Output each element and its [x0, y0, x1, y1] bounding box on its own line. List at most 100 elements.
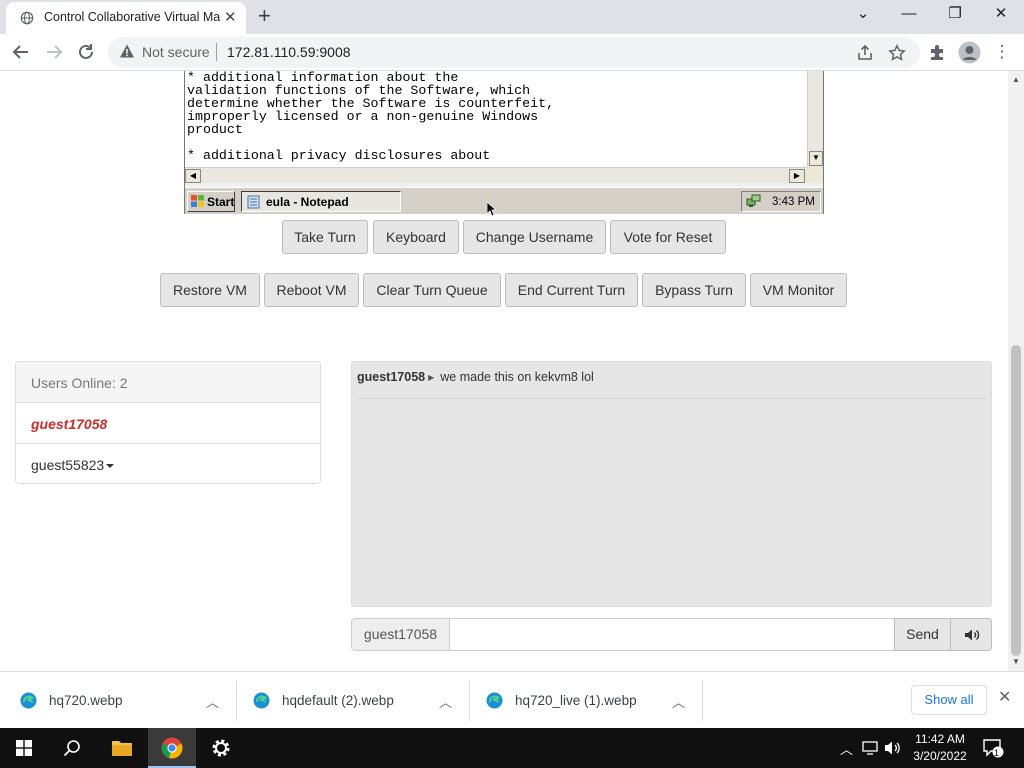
- volume-button[interactable]: [950, 618, 992, 651]
- restore-icon[interactable]: ❐: [940, 4, 970, 24]
- reboot-vm-button[interactable]: Reboot VM: [264, 273, 359, 307]
- notepad-horizontal-scrollbar[interactable]: ◀ ▶: [185, 167, 807, 183]
- bookmark-star-icon[interactable]: [888, 44, 906, 62]
- scroll-left-arrow-icon[interactable]: ◀: [185, 169, 201, 183]
- edge-file-icon: [253, 692, 270, 709]
- vm-display[interactable]: * additional information about the valid…: [184, 71, 824, 216]
- user-list-item-self[interactable]: guest17058: [16, 403, 320, 444]
- take-turn-button[interactable]: Take Turn: [282, 220, 368, 254]
- network-tray-icon[interactable]: [746, 194, 762, 209]
- extensions-icon[interactable]: [928, 43, 947, 62]
- bypass-turn-button[interactable]: Bypass Turn: [642, 273, 746, 307]
- scroll-right-arrow-icon[interactable]: ▶: [789, 169, 805, 183]
- taskbar-clock[interactable]: 11:42 AM 3/20/2022: [905, 731, 975, 765]
- tab-strip: Control Collaborative Virtual Ma ✕ + ⌄ —…: [0, 0, 1024, 34]
- share-icon[interactable]: [856, 44, 874, 62]
- tab-search-icon[interactable]: ⌄: [848, 4, 878, 24]
- caret-down-icon[interactable]: [106, 464, 115, 469]
- download-filename: hq720.webp: [49, 693, 123, 708]
- scroll-down-arrow-icon[interactable]: ▼: [809, 151, 823, 166]
- task-label: eula - Notepad: [266, 195, 349, 209]
- chrome-taskbar-button[interactable]: [148, 728, 196, 768]
- back-icon[interactable]: [10, 41, 32, 63]
- chat-username-addon: guest17058: [351, 618, 450, 651]
- file-explorer-button[interactable]: [98, 728, 146, 768]
- reload-icon[interactable]: [75, 41, 97, 63]
- keyboard-button[interactable]: Keyboard: [373, 220, 459, 254]
- warning-icon[interactable]: [119, 43, 135, 59]
- change-username-button[interactable]: Change Username: [463, 220, 606, 254]
- chat-message-author: guest17058: [357, 370, 426, 384]
- start-button[interactable]: [0, 728, 48, 768]
- notepad-vertical-scrollbar[interactable]: ▼: [807, 71, 823, 167]
- notification-count: 1: [994, 748, 1000, 758]
- windows-taskbar: ︿ 11:42 AM 3/20/2022 1: [0, 728, 1024, 768]
- gear-icon: [212, 739, 230, 757]
- notification-center-icon[interactable]: [982, 738, 1004, 758]
- browser-tab[interactable]: Control Collaborative Virtual Ma ✕: [6, 2, 246, 34]
- search-button[interactable]: [48, 728, 96, 768]
- scroll-down-arrow-icon[interactable]: ▼: [1012, 657, 1020, 666]
- notepad-text[interactable]: * additional information about the valid…: [187, 71, 807, 162]
- chat-message-input[interactable]: [449, 618, 895, 651]
- search-icon: [63, 740, 80, 757]
- chevron-up-icon[interactable]: ︿: [672, 692, 685, 711]
- taskbar-date: 3/20/2022: [913, 749, 967, 763]
- vote-for-reset-button[interactable]: Vote for Reset: [610, 220, 726, 254]
- browser-toolbar: Not secure 172.81.110.59:9008 ⋮: [0, 34, 1024, 71]
- profile-avatar-icon[interactable]: [958, 41, 981, 64]
- page-scrollbar[interactable]: ▲ ▼: [1008, 71, 1024, 671]
- chevron-up-icon[interactable]: ︿: [206, 692, 219, 711]
- security-label: Not secure: [142, 44, 210, 60]
- chat-divider: [358, 398, 986, 399]
- download-filename: hqdefault (2).webp: [282, 693, 394, 708]
- page-scrollbar-thumb[interactable]: [1011, 345, 1021, 656]
- windows-flag-icon: [191, 195, 204, 207]
- close-window-icon[interactable]: ✕: [986, 4, 1016, 24]
- url-text[interactable]: 172.81.110.59:9008: [227, 44, 351, 60]
- clear-turn-queue-button[interactable]: Clear Turn Queue: [363, 273, 501, 307]
- chevron-up-icon[interactable]: ︿: [840, 739, 853, 758]
- users-online-header: Users Online: 2: [16, 362, 320, 403]
- forward-icon[interactable]: [43, 41, 65, 63]
- vm-start-button[interactable]: Start: [187, 191, 235, 212]
- download-item[interactable]: hq720_live (1).webp ︿: [466, 680, 698, 721]
- taskbar-time: 11:42 AM: [915, 732, 965, 746]
- network-icon[interactable]: [862, 740, 880, 756]
- minimize-icon[interactable]: —: [894, 4, 924, 24]
- folder-icon: [112, 741, 132, 756]
- windows-logo-icon: [16, 740, 32, 756]
- restore-vm-button[interactable]: Restore VM: [160, 273, 260, 307]
- vm-monitor-button[interactable]: VM Monitor: [750, 273, 847, 307]
- omnibox-divider: [216, 43, 217, 61]
- vm-task-notepad[interactable]: eula - Notepad: [241, 191, 401, 212]
- download-item[interactable]: hqdefault (2).webp ︿: [233, 680, 465, 721]
- show-all-button[interactable]: Show all: [911, 685, 987, 715]
- username-text: guest55823: [31, 457, 105, 473]
- close-tab-icon[interactable]: ✕: [224, 10, 237, 26]
- user-list-item[interactable]: guest55823: [16, 444, 320, 485]
- chat-panel: guest17058 ▶ we made this on kekvm8 lol: [351, 361, 992, 607]
- chat-separator-arrow-icon: ▶: [428, 373, 435, 383]
- menu-kebab-icon[interactable]: ⋮: [991, 41, 1013, 63]
- chevron-up-icon[interactable]: ︿: [439, 692, 452, 711]
- address-bar[interactable]: Not secure 172.81.110.59:9008: [108, 37, 920, 68]
- settings-taskbar-button[interactable]: [197, 728, 245, 768]
- page-viewport: * additional information about the valid…: [0, 71, 1008, 671]
- close-downloads-icon[interactable]: ✕: [998, 689, 1011, 707]
- end-current-turn-button[interactable]: End Current Turn: [505, 273, 638, 307]
- mouse-cursor-icon: [487, 202, 497, 216]
- edge-file-icon: [20, 692, 37, 709]
- chrome-icon: [161, 737, 183, 759]
- scroll-up-arrow-icon[interactable]: ▲: [1012, 75, 1020, 84]
- start-label: Start: [207, 195, 235, 209]
- download-divider: [702, 680, 703, 721]
- downloads-bar: hq720.webp ︿ hqdefault (2).webp ︿ hq720_…: [0, 671, 1024, 728]
- notepad-icon: [247, 195, 260, 209]
- volume-icon[interactable]: [884, 740, 902, 756]
- send-button[interactable]: Send: [894, 618, 951, 651]
- new-tab-icon[interactable]: +: [258, 4, 271, 28]
- download-item[interactable]: hq720.webp ︿: [0, 680, 232, 721]
- vm-taskbar: Start eula - Notepad 3:43 PM: [185, 187, 823, 214]
- username-label: guest55823: [31, 457, 115, 473]
